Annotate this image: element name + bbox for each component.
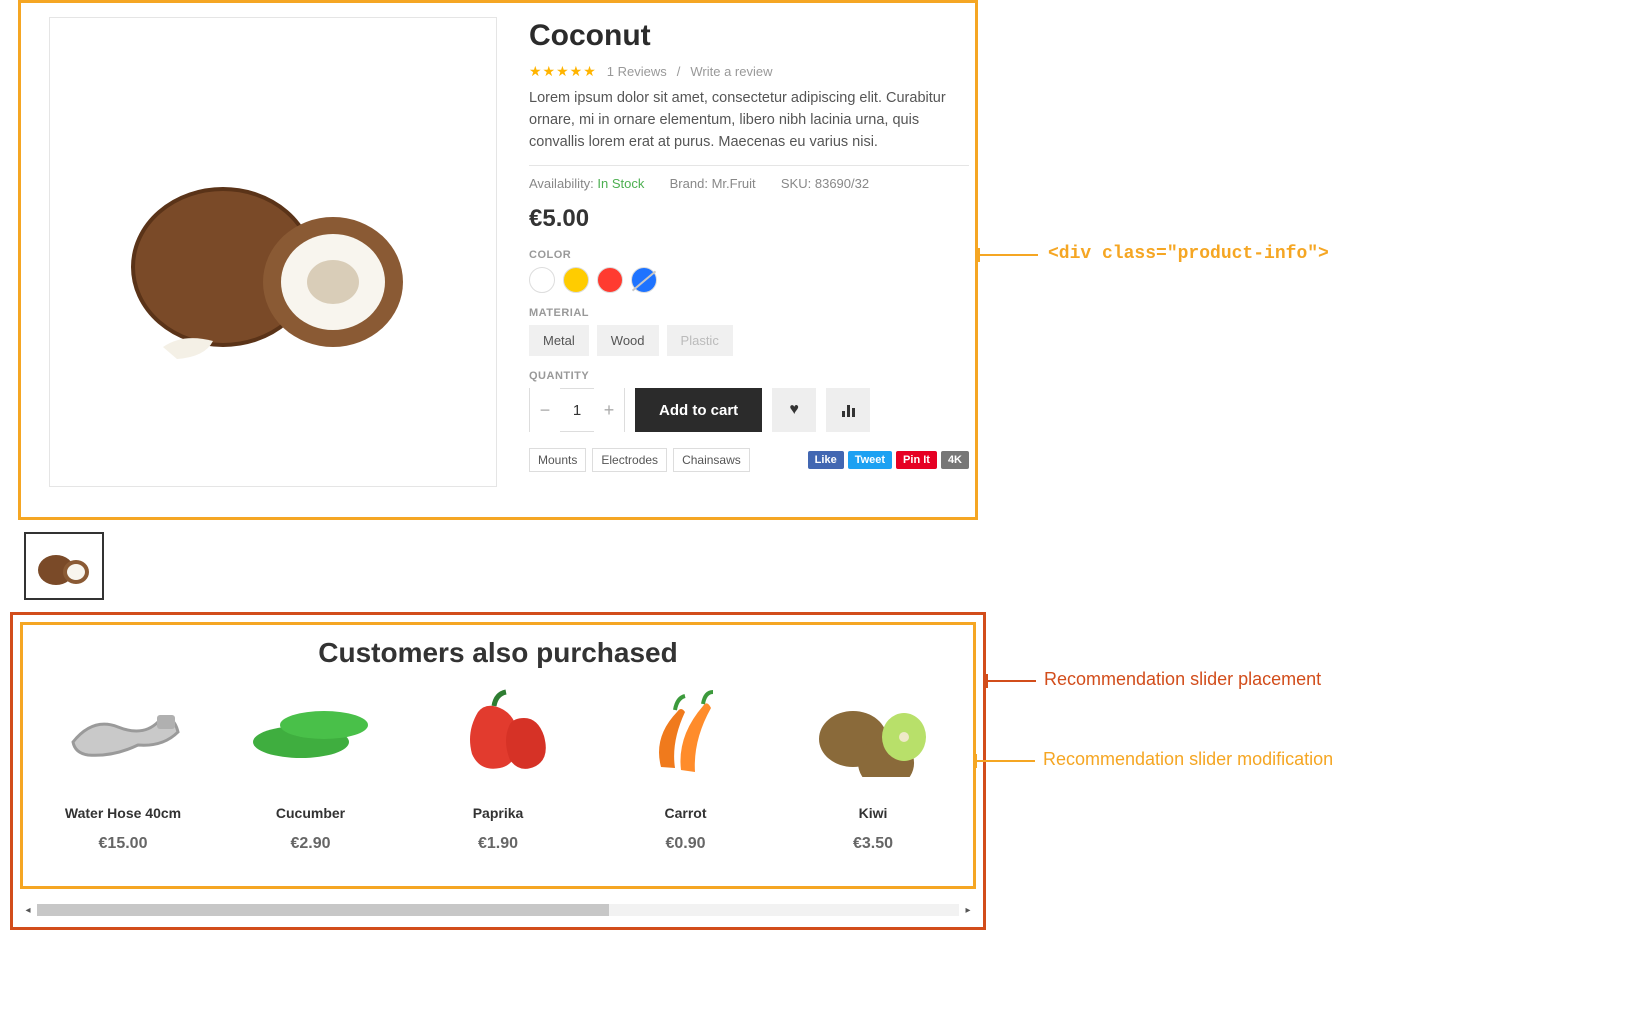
quantity-stepper: − 1 + xyxy=(529,388,625,432)
recommendation-image xyxy=(33,677,213,787)
recommendation-name: Carrot xyxy=(596,805,776,821)
material-option: Plastic xyxy=(667,325,733,356)
quantity-increase-button[interactable]: + xyxy=(594,388,624,432)
product-price: €5.00 xyxy=(529,205,969,233)
product-meta: Availability: In Stock Brand: Mr.Fruit S… xyxy=(529,176,969,191)
product-tag[interactable]: Chainsaws xyxy=(673,448,750,472)
scroll-thumb[interactable] xyxy=(37,904,609,916)
share-count-badge: 4K xyxy=(941,451,969,469)
color-swatch xyxy=(631,267,657,293)
recommendation-name: Kiwi xyxy=(783,805,963,821)
product-tags: MountsElectrodesChainsaws xyxy=(529,448,750,472)
recommendation-item[interactable]: Paprika €1.90 xyxy=(408,677,588,853)
quantity-decrease-button[interactable]: − xyxy=(530,388,560,432)
pinterest-pin-button[interactable]: Pin It xyxy=(896,451,937,469)
recommendation-price: €3.50 xyxy=(783,835,963,853)
recommendation-item[interactable]: Water Hose 40cm €15.00 xyxy=(33,677,213,853)
heart-icon xyxy=(789,401,799,419)
recommendation-list: Water Hose 40cm €15.00 Cucumber €2.90 Paprik… xyxy=(33,677,963,853)
quantity-label: QUANTITY xyxy=(529,370,969,382)
twitter-tweet-button[interactable]: Tweet xyxy=(848,451,892,469)
color-swatch[interactable] xyxy=(597,267,623,293)
material-label: MATERIAL xyxy=(529,307,969,319)
recommendation-item[interactable]: Cucumber €2.90 xyxy=(221,677,401,853)
product-tag[interactable]: Electrodes xyxy=(592,448,667,472)
bars-icon xyxy=(842,403,855,417)
wishlist-button[interactable] xyxy=(772,388,816,432)
recommendation-price: €15.00 xyxy=(33,835,213,853)
recommendation-scrollbar[interactable]: ◂ ▸ xyxy=(21,901,975,919)
product-title: Coconut xyxy=(529,19,969,53)
recommendation-name: Cucumber xyxy=(221,805,401,821)
recommendation-name: Paprika xyxy=(408,805,588,821)
product-info-highlight: Coconut ★★★★★ 1 Reviews / Write a review… xyxy=(18,0,978,520)
recommendation-name: Water Hose 40cm xyxy=(33,805,213,821)
quantity-value: 1 xyxy=(560,402,594,419)
color-swatch[interactable] xyxy=(529,267,555,293)
reviews-count[interactable]: 1 Reviews xyxy=(607,64,667,79)
facebook-like-button[interactable]: Like xyxy=(808,451,844,469)
compare-button[interactable] xyxy=(826,388,870,432)
write-review-link[interactable]: Write a review xyxy=(690,64,772,79)
recommendation-image xyxy=(783,677,963,787)
recommendation-image xyxy=(408,677,588,787)
coconut-icon xyxy=(113,137,433,367)
add-to-cart-button[interactable]: Add to cart xyxy=(635,388,762,432)
product-thumbnail[interactable] xyxy=(24,532,104,600)
recommendation-slider-placement-highlight: Customers also purchased Water Hose 40cm… xyxy=(10,612,986,930)
recommendation-price: €2.90 xyxy=(221,835,401,853)
star-rating-icon: ★★★★★ xyxy=(529,63,597,80)
recommendation-price: €1.90 xyxy=(408,835,588,853)
color-label: COLOR xyxy=(529,249,969,261)
color-swatch[interactable] xyxy=(563,267,589,293)
coconut-icon xyxy=(34,544,94,588)
scroll-right-icon[interactable]: ▸ xyxy=(961,905,975,916)
recommendation-item[interactable]: Carrot €0.90 xyxy=(596,677,776,853)
recommendation-price: €0.90 xyxy=(596,835,776,853)
recommendation-item[interactable]: Kiwi €3.50 xyxy=(783,677,963,853)
scroll-track[interactable] xyxy=(37,904,959,916)
material-option[interactable]: Wood xyxy=(597,325,659,356)
product-main-image[interactable] xyxy=(49,17,497,487)
scroll-left-icon[interactable]: ◂ xyxy=(21,905,35,916)
recommendation-slider-modification-highlight: Customers also purchased Water Hose 40cm… xyxy=(20,622,976,889)
recommendation-image xyxy=(596,677,776,787)
material-option[interactable]: Metal xyxy=(529,325,589,356)
product-description: Lorem ipsum dolor sit amet, consectetur … xyxy=(529,88,969,153)
color-swatches xyxy=(529,267,969,293)
recommendation-title: Customers also purchased xyxy=(33,637,963,669)
recommendation-image xyxy=(221,677,401,787)
product-tag[interactable]: Mounts xyxy=(529,448,586,472)
material-options: Metal Wood Plastic xyxy=(529,325,969,356)
